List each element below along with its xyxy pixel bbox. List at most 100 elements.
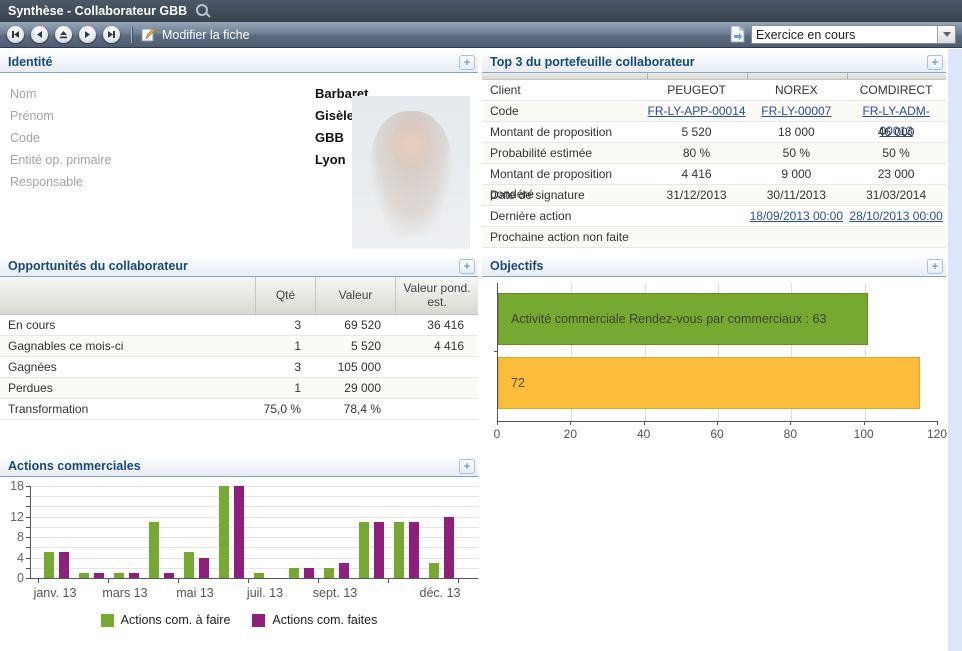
axis-tick [864,421,865,425]
top3-cell: 4 416 [647,164,747,184]
axis-tick [108,579,109,583]
eject-button[interactable] [55,26,72,43]
axis-tick-label: 0 [0,571,24,585]
month-label: juil. 13 [247,586,283,600]
toolbar-separator [131,27,133,43]
top3-cell: 23 000 [846,164,946,184]
top3-cell: FR-LY-00007 [746,101,846,121]
bar-actions-a-faire [44,552,54,578]
axis-tick [497,421,498,425]
panel-top3-expand-button[interactable]: + [927,55,943,70]
legend-label: Actions com. faites [272,613,377,627]
exercise-period-value: Exercice en cours [752,28,937,42]
top3-cell-link[interactable]: FR-LY-00007 [761,104,831,118]
axis-tick-label: 4 [0,551,24,565]
opportunites-column-header: Valeur [315,277,395,314]
panel-opportunites-expand-button[interactable]: + [459,259,475,274]
top3-cell: 9 000 [746,164,846,184]
panel-opportunites-title: Opportunités du collaborateur [8,259,188,273]
panel-actions-expand-button[interactable]: + [459,459,475,474]
bar-actions-faites [164,573,174,578]
opportunites-cell: 105 000 [315,357,395,377]
top3-cell: 80 % [647,143,747,163]
opportunites-cell: 78,4 % [315,399,395,419]
table-row: Dernière action 18/09/2013 00:00 28/10/201… [482,206,946,227]
panel-actions: Actions commerciales + 0481218janv. 13ma… [0,455,478,645]
table-row: Date de signature31/12/201330/11/201331/… [482,185,946,206]
opportunites-cell: 4 416 [395,336,478,356]
bar-actions-faites [234,486,244,578]
top3-row-label: Client [482,80,647,100]
top3-cell-link[interactable]: 28/10/2013 00:00 [849,209,942,223]
exercise-period-select[interactable]: Exercice en cours [751,25,956,44]
first-record-button[interactable] [7,26,24,43]
opportunites-column-header [0,277,255,314]
axis-tick-label: 120 [927,427,947,441]
table-row: En cours369 52036 416 [0,315,478,336]
legend-swatch-icon [101,614,114,627]
report-page-icon[interactable] [730,26,745,43]
previous-record-button[interactable] [31,26,48,43]
opportunites-cell: 36 416 [395,315,478,335]
top3-cell-link[interactable]: 18/09/2013 00:00 [750,209,843,223]
opportunites-cell [395,399,478,419]
panel-opportunites: Opportunités du collaborateur + QtéValeu… [0,255,478,423]
top3-row-label: Code [482,101,647,121]
bar-actions-faites [304,568,314,578]
month-label: sept. 13 [313,586,357,600]
next-record-button[interactable] [79,26,96,43]
month-label: déc. 13 [419,586,460,600]
axis-tick [26,537,30,538]
search-icon[interactable] [196,4,208,16]
edit-record-button[interactable]: Modifier la fiche [141,27,250,42]
last-record-button[interactable] [103,26,120,43]
field-label: Entité op. primaire [10,149,315,171]
axis-tick-label: 100 [854,427,874,441]
top3-table: ClientPEUGEOTNOREXCOMDIRECTCodeFR-LY-APP… [482,80,946,248]
axis-tick [248,579,249,583]
objectif-bar-label: 72 [511,358,525,408]
top3-cell: 18 000 [746,122,846,142]
axis-tick [717,421,718,425]
field-value: GBB [315,130,344,145]
chevron-down-icon[interactable] [937,26,955,43]
top3-cell: 18/09/2013 00:00 [746,206,846,226]
axis-tick [26,517,30,518]
opportunites-cell: 29 000 [315,378,395,398]
objectifs-bar-chart: Activité commerciale Rendez-vous par com… [497,283,938,422]
panel-identite-expand-button[interactable]: + [459,55,475,70]
top3-cell [647,206,747,226]
panel-objectifs-expand-button[interactable]: + [927,259,943,274]
bar-actions-a-faire [219,486,229,578]
table-row: Prochaine action non faite [482,227,946,248]
opportunites-cell: 69 520 [315,315,395,335]
top3-cell: 31/03/2014 [846,185,946,205]
bar-actions-faites [199,558,209,578]
gridline [31,506,478,507]
top3-cell: 50 % [746,143,846,163]
top3-cell: 46 000 [846,122,946,142]
top3-cell [846,227,946,247]
axis-tick [26,527,30,528]
bar-actions-a-faire [324,568,334,578]
axis-tick-label: 18 [0,479,24,493]
objectif-bar: 72 [498,357,920,409]
top3-cell: FR-LY-ADM-00013 [846,101,946,121]
gridline [31,486,478,487]
top3-row-label: Montant de proposition [482,122,647,142]
bar-actions-faites [409,522,419,578]
top3-row-label: Montant de proposition pondéré [482,164,647,184]
field-label: Nom [10,83,315,105]
bar-actions-a-faire [79,573,89,578]
opportunites-cell: 3 [255,315,315,335]
panel-objectifs-title: Objectifs [490,259,544,273]
top3-row-label: Dernière action [482,206,647,226]
top3-row-label: Probabilité estimée [482,143,647,163]
opportunites-cell: 75,0 % [255,399,315,419]
axis-tick [318,579,319,583]
opportunites-cell [395,357,478,377]
table-row: Montant de proposition pondéré4 4169 000… [482,164,946,185]
axis-tick [26,496,30,497]
top3-cell-link[interactable]: FR-LY-APP-00014 [648,104,746,118]
panel-actions-title: Actions commerciales [8,459,141,473]
